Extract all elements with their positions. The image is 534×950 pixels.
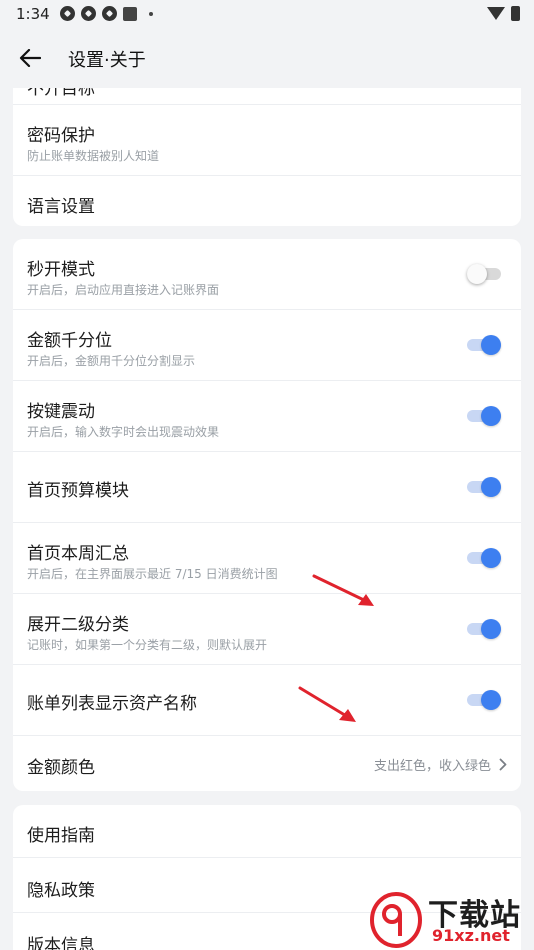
item-subtitle: 防止账单数据被别人知道 <box>27 149 160 163</box>
back-button[interactable] <box>14 42 46 74</box>
item-subtitle: 开启后，输入数字时会出现震动效果 <box>27 425 220 439</box>
item-title: 按键震动 <box>27 402 95 422</box>
item-title: 隐私政策 <box>27 881 95 901</box>
settings-item-expand-subcategory[interactable]: 展开二级分类 记账时，如果第一个分类有二级，则默认展开 <box>13 594 521 665</box>
settings-item-quick-open[interactable]: 秒开模式 开启后，启动应用直接进入记账界面 <box>13 239 521 310</box>
status-right <box>487 6 520 21</box>
item-title: 展开二级分类 <box>27 615 129 635</box>
app-bar: 设置·关于 <box>0 28 534 88</box>
weekly-summary-toggle[interactable] <box>467 548 501 568</box>
settings-item-amount-color[interactable]: 金额颜色 支出红色，收入绿色 <box>13 736 521 791</box>
settings-item-language[interactable]: 语言设置 <box>13 176 521 226</box>
item-title: 版本信息 <box>27 936 95 950</box>
annotation-arrow-icon <box>312 574 374 606</box>
amount-color-value: 支出红色，收入绿色 <box>374 755 507 774</box>
item-subtitle: 开启后，启动应用直接进入记账界面 <box>27 283 220 297</box>
page-title: 设置·关于 <box>68 50 146 71</box>
item-subtitle: 开启后，在主界面展示最近 7/15 日消费统计图 <box>27 567 278 581</box>
item-subtitle: 开启后，金额用千分位分割显示 <box>27 354 196 368</box>
key-vibration-toggle[interactable] <box>467 406 501 426</box>
chevron-right-icon <box>499 758 507 771</box>
budget-module-toggle[interactable] <box>467 477 501 497</box>
more-notifications-icon <box>149 11 153 16</box>
annotation-arrow-icon <box>298 686 356 722</box>
preferences-card: 秒开模式 开启后，启动应用直接进入记账界面 金额千分位 开启后，金额用千分位分割… <box>13 239 521 791</box>
item-title: 账单列表显示资产名称 <box>27 694 197 714</box>
watermark: 下载站 91xz.net <box>362 888 532 950</box>
item-title: 秒开模式 <box>27 260 95 280</box>
settings-item-budget-module[interactable]: 首页预算模块 <box>13 452 521 523</box>
settings-item-password[interactable]: 密码保护 防止账单数据被别人知道 <box>13 105 521 176</box>
notification-square-icon <box>123 6 137 21</box>
wifi-icon <box>487 7 505 20</box>
amount-color-value-text: 支出红色，收入绿色 <box>373 759 491 774</box>
settings-item-weekly-summary[interactable]: 首页本周汇总 开启后，在主界面展示最近 7/15 日消费统计图 <box>13 523 521 594</box>
settings-item-key-vibration[interactable]: 按键震动 开启后，输入数字时会出现震动效果 <box>13 381 521 452</box>
item-title: 语言设置 <box>27 197 95 217</box>
watermark-logo-icon <box>370 892 422 948</box>
item-title: 金额千分位 <box>27 331 112 351</box>
status-time: 1:34 <box>16 5 50 23</box>
settings-item-thousands-separator[interactable]: 金额千分位 开启后，金额用千分位分割显示 <box>13 310 521 381</box>
item-title: 不开目标 <box>27 88 95 99</box>
settings-item[interactable]: 不开目标 <box>13 88 521 105</box>
security-card: 不开目标 密码保护 防止账单数据被别人知道 语言设置 <box>13 88 521 226</box>
notification-icon <box>60 6 75 21</box>
expand-subcategory-toggle[interactable] <box>467 619 501 639</box>
back-arrow-icon <box>19 49 41 67</box>
status-bar: 1:34 <box>0 0 534 28</box>
notification-icon <box>81 6 96 21</box>
thousands-separator-toggle[interactable] <box>467 335 501 355</box>
item-title: 首页预算模块 <box>27 481 129 501</box>
item-title: 密码保护 <box>27 126 95 146</box>
battery-icon <box>511 6 520 21</box>
item-title: 金额颜色 <box>27 758 95 778</box>
item-subtitle: 记账时，如果第一个分类有二级，则默认展开 <box>27 638 268 652</box>
quick-open-toggle[interactable] <box>467 264 501 284</box>
settings-item-user-guide[interactable]: 使用指南 <box>13 805 521 858</box>
watermark-url: 91xz.net <box>432 926 510 945</box>
settings-scroll-area[interactable]: 不开目标 密码保护 防止账单数据被别人知道 语言设置 秒开模式 开启后，启动应用… <box>0 88 534 950</box>
item-title: 使用指南 <box>27 826 95 846</box>
notification-icon <box>102 6 117 21</box>
item-title: 首页本周汇总 <box>27 544 129 564</box>
notification-icons <box>60 6 153 21</box>
settings-item-show-asset-name[interactable]: 账单列表显示资产名称 <box>13 665 521 736</box>
show-asset-name-toggle[interactable] <box>467 690 501 710</box>
